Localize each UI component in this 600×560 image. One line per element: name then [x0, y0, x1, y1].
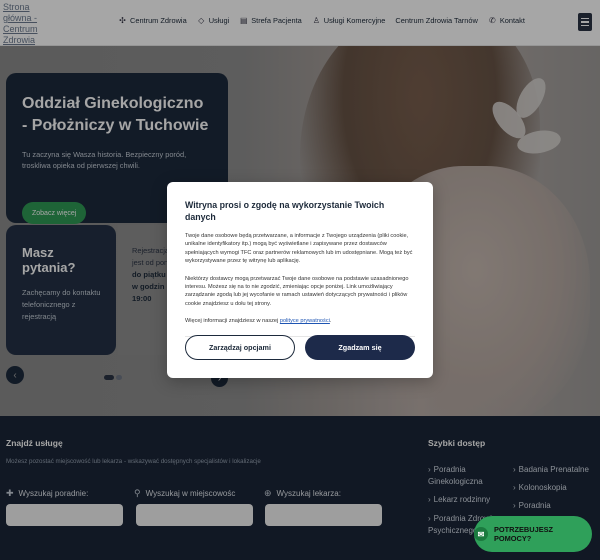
consent-dialog: Witryna prosi o zgodę na wykorzystanie T…	[167, 182, 433, 378]
nav-uslugi[interactable]: ◇ Usługi	[197, 16, 230, 25]
need-help-button[interactable]: ✉ POTRZEBUJESZ POMOCY?	[474, 516, 592, 552]
quick-link-label: Poradnia	[518, 501, 551, 510]
site-logo[interactable]: Strona główna - Centrum Zdrowia	[3, 2, 49, 46]
slider-prev-button[interactable]: ‹	[6, 366, 24, 384]
search-title: Znajdź usługę	[6, 438, 63, 448]
pin-icon: ⚲	[134, 488, 141, 498]
document-icon: ▤	[239, 16, 248, 25]
quick-link[interactable]: › Badania Prenatalne	[513, 464, 598, 476]
chat-icon: ✉	[474, 527, 488, 541]
search-icon: ⊕	[264, 488, 272, 498]
quick-link-label: Badania Prenatalne	[518, 465, 589, 474]
location-search-input[interactable]	[136, 504, 253, 526]
person-icon: ♙	[312, 16, 320, 25]
diamond-icon: ◇	[198, 16, 205, 25]
nav-strefa-pacjenta[interactable]: ▤ Strefa Pacjenta	[239, 16, 302, 25]
field-label: Wyszukaj lekarza:	[276, 489, 341, 498]
questions-title: Masz pytania?	[22, 245, 76, 275]
quick-link[interactable]: › Kolonoskopia	[513, 482, 598, 494]
phone-icon: ✆	[488, 16, 496, 25]
field-label: Wyszukaj w miejscowośc	[145, 489, 236, 498]
questions-text: Zachęcamy do kontaktu telefonicznego z r…	[22, 288, 101, 321]
nav-label: Centrum Zdrowia	[130, 16, 187, 25]
menu-button[interactable]	[578, 13, 592, 31]
doctor-search-label: ⊕ Wyszukaj lekarza:	[264, 488, 341, 499]
hero-subtitle: Tu zaczyna się Wasza historia. Bezpieczn…	[22, 150, 187, 170]
nav-centrum-zdrowia[interactable]: ✣ Centrum Zdrowia	[118, 16, 187, 25]
consent-text-1: Twoje dane osobowe będą przetwarzane, a …	[185, 233, 413, 265]
main-nav: ✣ Centrum Zdrowia ◇ Usługi ▤ Strefa Pacj…	[118, 16, 525, 25]
quick-link[interactable]: › Poradnia Ginekologiczna	[428, 464, 508, 488]
questions-card: Masz pytania? Zachęcamy do kontaktu tele…	[6, 225, 116, 355]
search-subtitle: Możesz pozostać miejscowość lub lekarza …	[6, 458, 261, 465]
consent-actions: Zarządzaj opcjami Zgadzam się	[185, 335, 415, 360]
accept-button[interactable]: Zgadzam się	[305, 335, 415, 360]
nav-label: Usługi Komercyjne	[323, 16, 386, 25]
clinic-search-label: ✚ Wyszukaj poradnie:	[6, 488, 88, 499]
nav-centrum-tarnow[interactable]: Centrum Zdrowia Tarnów	[395, 16, 477, 25]
slider-dot[interactable]	[104, 375, 114, 380]
slider-dots	[104, 375, 122, 380]
consent-text-prefix: Więcej informacji znajdziesz w naszej	[185, 318, 280, 325]
nav-kontakt[interactable]: ✆ Kontakt	[488, 16, 525, 25]
nav-label: Centrum Zdrowia Tarnów	[395, 16, 478, 25]
nav-uslugi-komercyjne[interactable]: ♙ Usługi Komercyjne	[312, 16, 386, 25]
see-more-button[interactable]: Zobacz więcej	[22, 202, 87, 224]
doctor-search-input[interactable]	[265, 504, 382, 526]
quick-link-label: Poradnia Ginekologiczna	[428, 465, 483, 486]
site-header: Strona główna - Centrum Zdrowia ✣ Centru…	[0, 0, 600, 46]
privacy-policy-link[interactable]: polityce prywatności	[280, 318, 330, 324]
manage-options-button[interactable]: Zarządzaj opcjami	[185, 335, 295, 360]
hero-title: Oddział Ginekologiczno - Położniczy w Tu…	[22, 95, 209, 134]
sparkle-icon: ✣	[119, 16, 126, 25]
clinic-search-input[interactable]	[6, 504, 123, 526]
consent-title: Witryna prosi o zgodę na wykorzystanie T…	[185, 200, 385, 222]
plus-icon: ✚	[6, 488, 14, 498]
quick-link[interactable]: › Poradnia	[513, 500, 598, 512]
quick-link[interactable]: › Lekarz rodzinny	[428, 494, 508, 506]
quick-link-label: Lekarz rodzinny	[433, 495, 491, 504]
nav-label: Strefa Pacjenta	[251, 16, 302, 25]
consent-text-2: Niektórzy dostawcy mogą przetwarzać Twoj…	[185, 275, 409, 307]
need-help-label: POTRZEBUJESZ POMOCY?	[493, 525, 554, 543]
consent-text-3: Więcej informacji znajdziesz w naszej po…	[185, 318, 332, 325]
slider-dot[interactable]	[116, 375, 122, 380]
nav-label: Usługi	[208, 16, 230, 25]
quick-link-label: Kolonoskopia	[518, 483, 567, 492]
location-search-label: ⚲ Wyszukaj w miejscowośc	[134, 488, 235, 499]
field-label: Wyszukaj poradnie:	[18, 489, 89, 498]
nav-label: Kontakt	[499, 16, 525, 25]
quick-access-title: Szybki dostęp	[428, 438, 486, 448]
